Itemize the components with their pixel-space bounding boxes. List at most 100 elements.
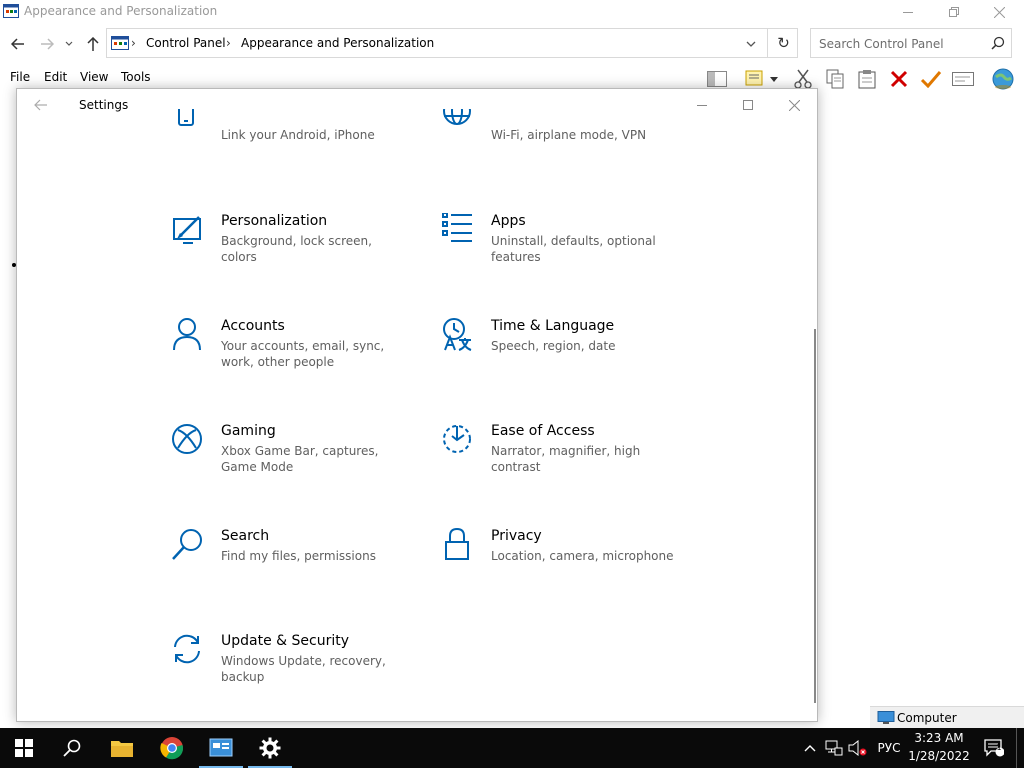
tile-update-security[interactable]: Update & Security Windows Update, recove… bbox=[171, 633, 421, 713]
breadcrumb-appearance[interactable]: Appearance and Personalization bbox=[241, 36, 434, 50]
magnifier-icon bbox=[63, 739, 81, 757]
clock-date[interactable]: 1/28/2022 bbox=[908, 749, 970, 763]
menu-tools[interactable]: Tools bbox=[121, 70, 151, 84]
breadcrumb-separator-icon: › bbox=[226, 36, 231, 50]
globe-network-icon[interactable] bbox=[990, 66, 1016, 92]
search-control-panel-input[interactable]: Search Control Panel bbox=[810, 28, 1012, 58]
tile-ease-of-access-title: Ease of Access bbox=[491, 423, 595, 439]
explorer-title: Appearance and Personalization bbox=[24, 4, 218, 18]
breadcrumb-separator-icon: › bbox=[131, 36, 136, 50]
settings-maximize-button[interactable] bbox=[725, 89, 771, 121]
tile-accounts[interactable]: Accounts Your accounts, email, sync, wor… bbox=[171, 318, 421, 398]
taskbar: РУС 1 bbox=[0, 728, 1024, 768]
address-row: › Control Panel › Appearance and Persona… bbox=[0, 28, 1024, 58]
recent-locations-chevron-icon[interactable] bbox=[62, 34, 76, 54]
search-taskbar-button[interactable] bbox=[48, 728, 96, 768]
tile-personalization-desc: Background, lock screen, colors bbox=[221, 234, 372, 264]
tile-update-security-desc: Windows Update, recovery, backup bbox=[221, 654, 386, 684]
sync-icon bbox=[171, 633, 205, 667]
forward-arrow-icon[interactable] bbox=[37, 34, 57, 54]
personalization-icon bbox=[171, 213, 205, 247]
refresh-button[interactable]: ↻ bbox=[767, 29, 799, 57]
tile-network-desc: Wi-Fi, airplane mode, VPN bbox=[491, 128, 647, 142]
properties-icon[interactable] bbox=[950, 66, 976, 92]
status-location: Computer bbox=[897, 711, 957, 725]
refresh-icon: ↻ bbox=[777, 34, 790, 52]
minimize-button[interactable] bbox=[885, 0, 931, 24]
up-arrow-icon[interactable] bbox=[83, 34, 103, 54]
control-panel-icon bbox=[209, 738, 233, 757]
tile-apps[interactable]: Apps Uninstall, defaults, optional featu… bbox=[441, 213, 691, 293]
tile-search[interactable]: Search Find my files, permissions bbox=[171, 528, 421, 608]
restore-button[interactable] bbox=[931, 0, 977, 24]
xbox-icon bbox=[171, 423, 205, 457]
language-text: РУС bbox=[877, 741, 901, 755]
tile-ease-of-access-desc: Narrator, magnifier, high contrast bbox=[491, 444, 641, 474]
copy-icon[interactable] bbox=[822, 66, 848, 92]
show-desktop-button[interactable] bbox=[1016, 728, 1024, 768]
action-center-button[interactable]: 1 bbox=[980, 728, 1008, 768]
settings-back-arrow-icon[interactable] bbox=[31, 95, 51, 115]
person-icon bbox=[171, 318, 205, 352]
tile-personalization[interactable]: Personalization Background, lock screen,… bbox=[171, 213, 421, 293]
tile-apps-title: Apps bbox=[491, 213, 526, 229]
address-bar[interactable]: › Control Panel › Appearance and Persona… bbox=[106, 28, 798, 58]
settings-scrollbar[interactable] bbox=[814, 329, 816, 703]
control-panel-icon bbox=[3, 4, 19, 18]
control-panel-icon bbox=[111, 36, 129, 50]
ease-of-access-icon bbox=[441, 423, 475, 457]
volume-muted-icon[interactable] bbox=[846, 728, 870, 768]
delete-icon[interactable] bbox=[886, 66, 912, 92]
network-icon[interactable] bbox=[822, 728, 846, 768]
tile-gaming[interactable]: Gaming Xbox Game Bar, captures, Game Mod… bbox=[171, 423, 421, 503]
tile-time-language[interactable]: Time & Language Speech, region, date bbox=[441, 318, 691, 398]
tile-search-desc: Find my files, permissions bbox=[221, 549, 376, 563]
settings-window: Settings Link your Android, iPhone Wi-Fi… bbox=[16, 88, 818, 722]
chrome-icon bbox=[160, 737, 184, 760]
control-panel-taskbar-button[interactable] bbox=[197, 728, 245, 768]
start-button[interactable] bbox=[0, 728, 48, 768]
menu-file[interactable]: File bbox=[10, 70, 30, 84]
back-arrow-icon[interactable] bbox=[8, 34, 28, 54]
gear-icon bbox=[259, 737, 281, 759]
tile-privacy-desc: Location, camera, microphone bbox=[491, 549, 674, 563]
breadcrumb-control-panel[interactable]: Control Panel bbox=[146, 36, 226, 50]
tile-apps-desc: Uninstall, defaults, optional features bbox=[491, 234, 656, 264]
tile-accounts-desc: Your accounts, email, sync, work, other … bbox=[221, 339, 385, 369]
checkmark-icon[interactable] bbox=[918, 66, 944, 92]
search-icon bbox=[171, 528, 205, 562]
input-language-indicator[interactable]: РУС bbox=[872, 728, 906, 768]
windows-logo-icon bbox=[15, 739, 33, 757]
tile-accounts-title: Accounts bbox=[221, 318, 285, 334]
tile-privacy[interactable]: Privacy Location, camera, microphone bbox=[441, 528, 691, 608]
tile-time-language-desc: Speech, region, date bbox=[491, 339, 616, 353]
time-language-icon bbox=[441, 318, 475, 352]
tile-ease-of-access[interactable]: Ease of Access Narrator, magnifier, high… bbox=[441, 423, 691, 503]
status-bar: Computer bbox=[870, 706, 1024, 728]
notification-count: 1 bbox=[996, 743, 1002, 752]
phone-icon bbox=[171, 109, 205, 135]
tile-network[interactable]: Wi-Fi, airplane mode, VPN bbox=[441, 109, 691, 147]
settings-close-button[interactable] bbox=[771, 89, 817, 121]
search-placeholder: Search Control Panel bbox=[819, 37, 944, 51]
tile-update-security-title: Update & Security bbox=[221, 633, 350, 649]
tile-gaming-desc: Xbox Game Bar, captures, Game Mode bbox=[221, 444, 379, 474]
chrome-taskbar-button[interactable] bbox=[148, 728, 196, 768]
menu-edit[interactable]: Edit bbox=[44, 70, 67, 84]
close-button[interactable] bbox=[976, 0, 1022, 24]
show-hidden-icons-chevron-icon[interactable] bbox=[800, 728, 820, 768]
lock-icon bbox=[441, 528, 475, 562]
magnifier-icon bbox=[991, 36, 1005, 50]
address-dropdown-chevron-icon[interactable] bbox=[741, 34, 761, 54]
apps-icon bbox=[441, 213, 475, 247]
file-explorer-taskbar-button[interactable] bbox=[98, 728, 146, 768]
clock-time[interactable]: 3:23 AM bbox=[914, 731, 964, 745]
folder-icon bbox=[111, 741, 133, 757]
tile-phone[interactable]: Link your Android, iPhone bbox=[171, 109, 421, 147]
paste-icon[interactable] bbox=[854, 66, 880, 92]
settings-taskbar-button[interactable] bbox=[246, 728, 294, 768]
explorer-titlebar: Appearance and Personalization bbox=[0, 0, 1024, 24]
tile-privacy-title: Privacy bbox=[491, 528, 542, 544]
settings-title: Settings bbox=[79, 98, 129, 112]
menu-view[interactable]: View bbox=[80, 70, 108, 84]
